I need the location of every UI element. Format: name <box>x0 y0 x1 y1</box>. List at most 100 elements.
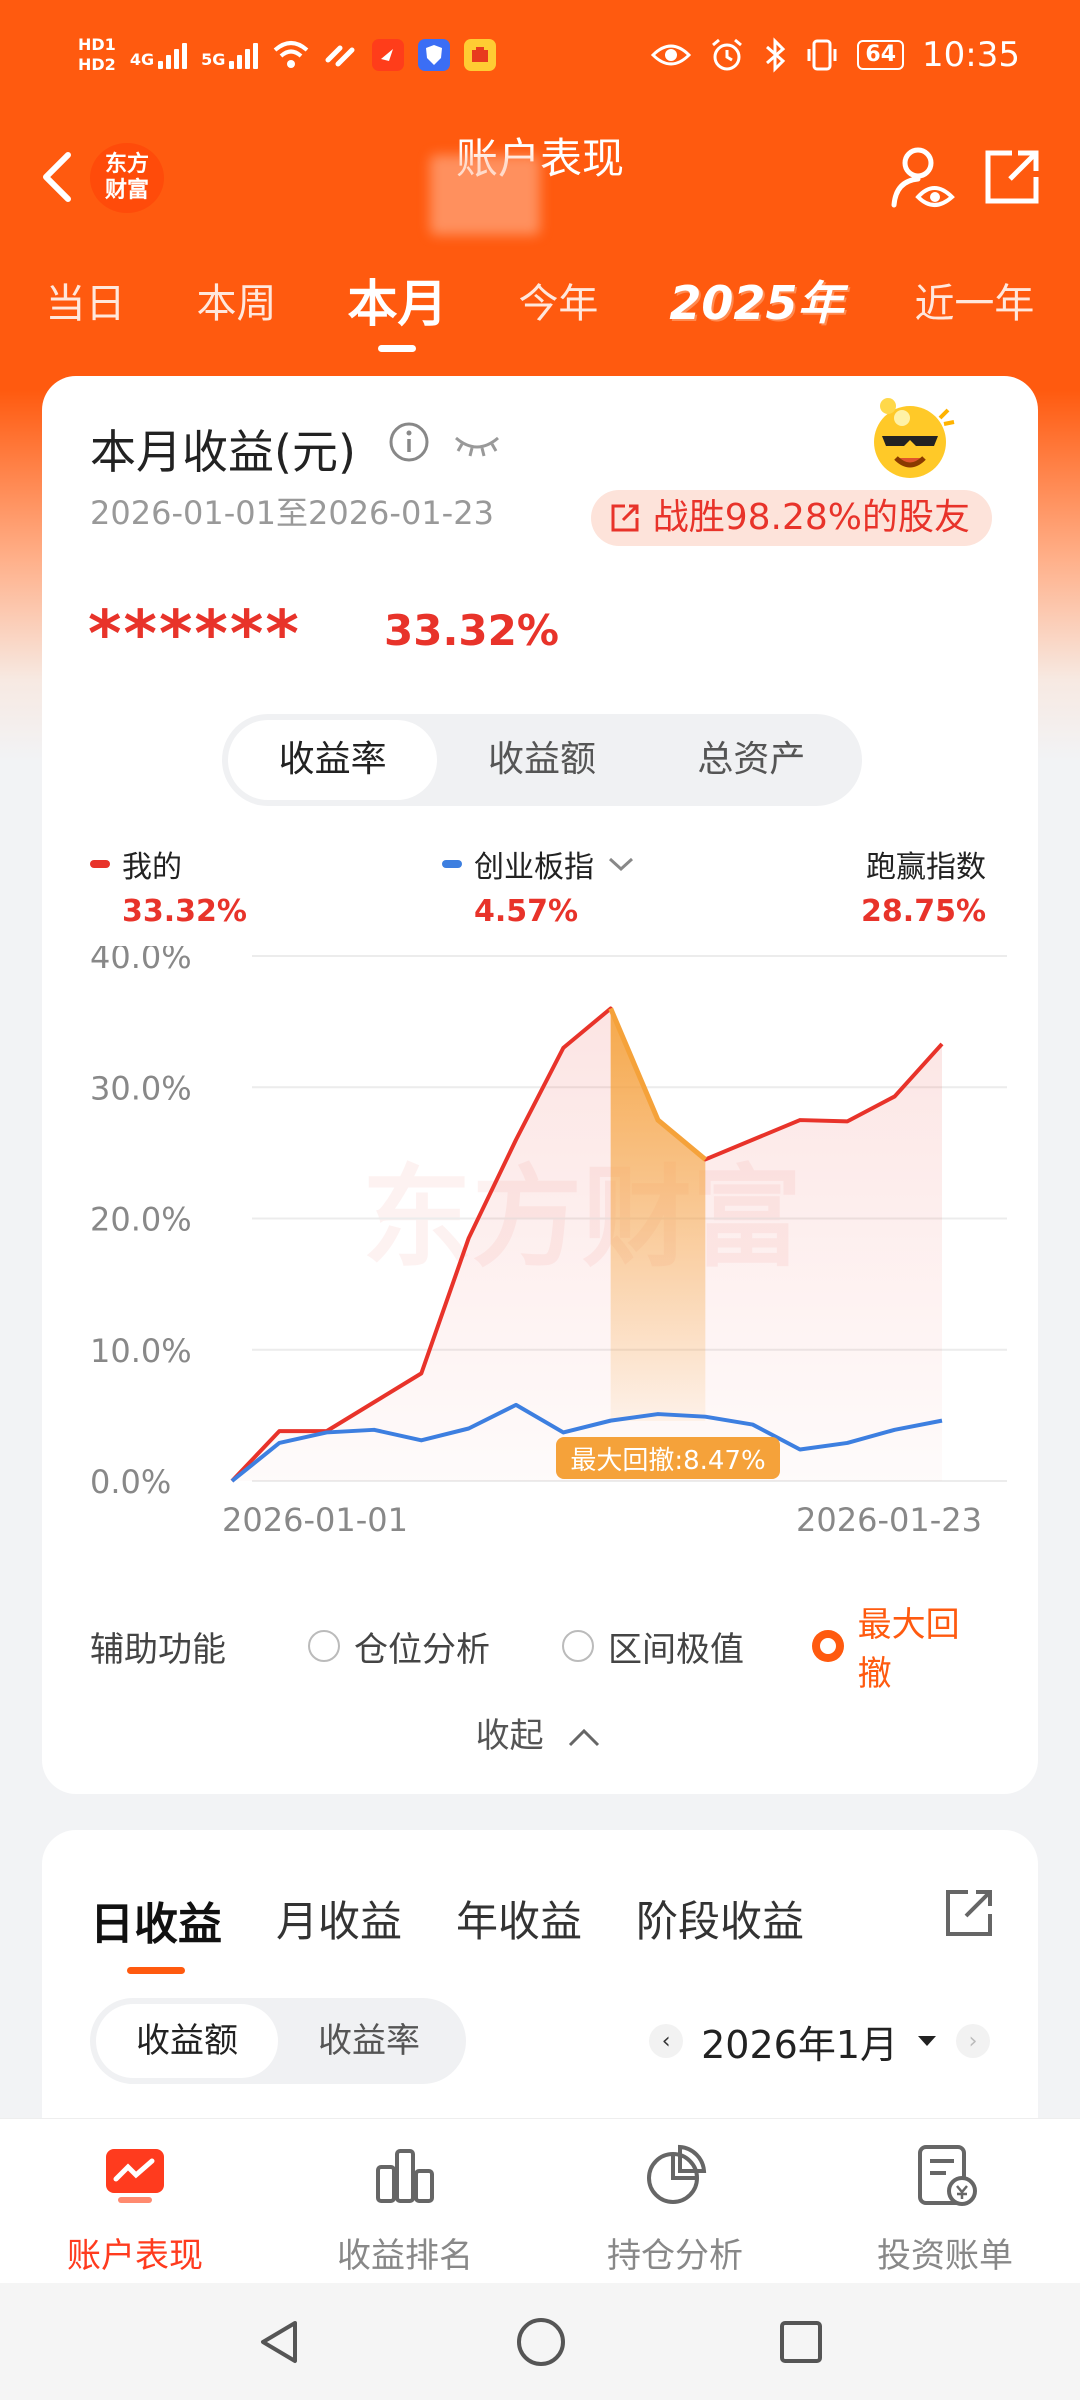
signal-4g-icon <box>158 41 188 69</box>
share-icon[interactable] <box>942 1886 996 1940</box>
daily-tabs: 日收益 月收益 年收益 阶段收益 <box>90 1888 804 1974</box>
legend-excess: 跑赢指数 28.75% <box>861 842 986 929</box>
chevron-down-icon[interactable] <box>606 854 636 874</box>
pie-chart-icon <box>647 2144 707 2204</box>
aux-position-analysis[interactable]: 仓位分析 <box>308 1622 490 1671</box>
nav-account-performance-label: 账户表现 <box>67 2236 203 2276</box>
aux-position-analysis-label: 仓位分析 <box>354 1629 490 1670</box>
nav-holdings-analysis[interactable]: 持仓分析 <box>540 2119 810 2283</box>
alarm-icon <box>712 38 743 71</box>
metric-segmented-control: 收益率 收益额 总资产 <box>222 714 862 806</box>
system-back-icon[interactable] <box>255 2317 305 2367</box>
status-left: HD1 HD2 4G 5G <box>78 35 497 75</box>
legend-index-name: 创业板指 <box>474 850 594 885</box>
month-label[interactable]: 2026年1月 <box>701 2014 898 2069</box>
x-tick-label: 2026-01-01 <box>222 1501 408 1539</box>
nav-holdings-analysis-label: 持仓分析 <box>607 2236 743 2276</box>
app-notify-icon <box>372 39 405 71</box>
aux-functions-row: 辅助功能 仓位分析 区间极值 最大回撤 <box>90 1605 990 1694</box>
toggle-rate[interactable]: 收益率 <box>278 2004 460 2078</box>
legend-index-label[interactable]: 创业板指 <box>442 842 636 886</box>
legend-index-value: 4.57% <box>474 894 579 929</box>
net-4g-label: 4G <box>129 50 155 69</box>
tab-yearly-return[interactable]: 年收益 <box>456 1888 582 1952</box>
bill-icon <box>918 2145 977 2206</box>
battery-indicator: 64 <box>857 40 905 70</box>
signal-5g-icon <box>229 41 259 69</box>
legend-index-swatch <box>442 860 462 868</box>
return-line-chart[interactable]: 东方财富40.0%30.0%20.0%10.0%0.0%最大回撤:8.47%20… <box>42 946 1038 1586</box>
amount-rate-toggle: 收益额 收益率 <box>90 1998 466 2084</box>
summary-card: 本月收益(元) 2026-01-01至2026-01-23 战胜98.28%的股… <box>42 376 1038 1794</box>
nav-investment-bill-label: 投资账单 <box>877 2236 1013 2276</box>
legend-index[interactable]: 创业板指 4.57% <box>442 842 636 929</box>
aux-range-extreme[interactable]: 区间极值 <box>562 1622 744 1671</box>
legend-excess-value: 28.75% <box>861 894 986 929</box>
radio-range-extreme[interactable] <box>562 1630 594 1662</box>
metric-tab-total-assets[interactable]: 总资产 <box>647 720 856 800</box>
bottom-nav: 账户表现 收益排名 持仓分析 投资账单 <box>0 2118 1080 2283</box>
x-tick-label: 2026-01-23 <box>796 1501 982 1539</box>
collapse-button[interactable]: 收起 <box>42 1708 1038 1757</box>
period-tabs: 当日 本周 本月 今年 2025年 近一年 <box>0 255 1080 352</box>
radio-position-analysis[interactable] <box>308 1630 340 1662</box>
net-5g-label: 5G <box>201 50 226 69</box>
drawdown-band <box>610 1008 706 1421</box>
date-range: 2026-01-01至2026-01-23 <box>90 494 494 532</box>
share-small-icon <box>611 504 639 532</box>
legend-mine-label: 我的 <box>90 842 247 886</box>
tab-last-year[interactable]: 近一年 <box>914 271 1034 329</box>
aux-max-drawdown-label: 最大回撤 <box>857 1605 960 1694</box>
share-icon[interactable] <box>980 145 1044 209</box>
net-4g: 4G <box>129 41 188 69</box>
chevron-up-icon <box>569 1728 600 1746</box>
y-tick-label: 40.0% <box>90 946 192 976</box>
link-icon <box>325 45 355 67</box>
info-icon[interactable] <box>388 421 430 463</box>
nav-account-performance[interactable]: 账户表现 <box>0 2119 270 2283</box>
return-percent: 33.32% <box>384 606 559 655</box>
mine-area <box>232 1008 942 1481</box>
blurred-account-name <box>430 155 540 235</box>
y-tick-label: 0.0% <box>90 1463 171 1501</box>
hide-amount-icon[interactable] <box>452 424 502 464</box>
nav-return-ranking[interactable]: 收益排名 <box>270 2119 540 2283</box>
tab-daily-return[interactable]: 日收益 <box>90 1888 222 1974</box>
aux-max-drawdown[interactable]: 最大回撤 <box>812 1597 990 1695</box>
tab-this-week[interactable]: 本周 <box>196 271 276 329</box>
system-home-icon[interactable] <box>515 2316 567 2368</box>
tab-this-month[interactable]: 本月 <box>347 264 447 352</box>
vibrate-icon <box>807 39 837 71</box>
tab-today[interactable]: 当日 <box>45 271 125 329</box>
toggle-amount[interactable]: 收益额 <box>96 2004 278 2078</box>
legend-mine-swatch <box>90 860 110 868</box>
beat-percent-badge[interactable]: 战胜98.28%的股友 <box>590 490 992 546</box>
summary-title: 本月收益(元) <box>90 425 356 479</box>
hd1-label: HD1 <box>78 35 116 54</box>
metric-tab-return-rate[interactable]: 收益率 <box>228 720 438 800</box>
next-month-button[interactable]: › <box>956 2024 990 2058</box>
nav-return-ranking-label: 收益排名 <box>337 2236 473 2276</box>
hd-labels: HD1 HD2 <box>78 35 116 75</box>
prev-month-button[interactable]: ‹ <box>649 2024 684 2058</box>
status-bar: HD1 HD2 4G 5G 64 10:35 <box>0 0 1080 110</box>
user-eye-icon[interactable] <box>888 143 958 213</box>
legend-mine-value: 33.32% <box>122 894 247 929</box>
tab-stage-return[interactable]: 阶段收益 <box>636 1888 804 1952</box>
beat-percent-text: 战胜98.28%的股友 <box>652 497 970 538</box>
legend-mine: 我的 33.32% <box>90 842 247 929</box>
nav-bar: 东方 财富 账户表现 <box>0 125 1080 235</box>
system-recents-icon[interactable] <box>777 2318 825 2366</box>
bar-rank-icon <box>376 2149 434 2203</box>
legend-excess-label: 跑赢指数 <box>866 850 986 885</box>
nav-investment-bill[interactable]: 投资账单 <box>810 2119 1080 2283</box>
metric-tab-return-amount[interactable]: 收益额 <box>437 720 646 800</box>
net-5g: 5G <box>201 41 259 69</box>
bluetooth-icon <box>766 37 786 73</box>
tab-this-year[interactable]: 今年 <box>518 271 598 329</box>
tab-2025[interactable]: 2025年 <box>669 267 843 333</box>
tab-monthly-return[interactable]: 月收益 <box>276 1888 402 1952</box>
mascot-emoji-icon[interactable] <box>860 388 960 488</box>
dropdown-caret-icon[interactable] <box>916 2034 938 2048</box>
radio-max-drawdown[interactable] <box>812 1630 844 1662</box>
